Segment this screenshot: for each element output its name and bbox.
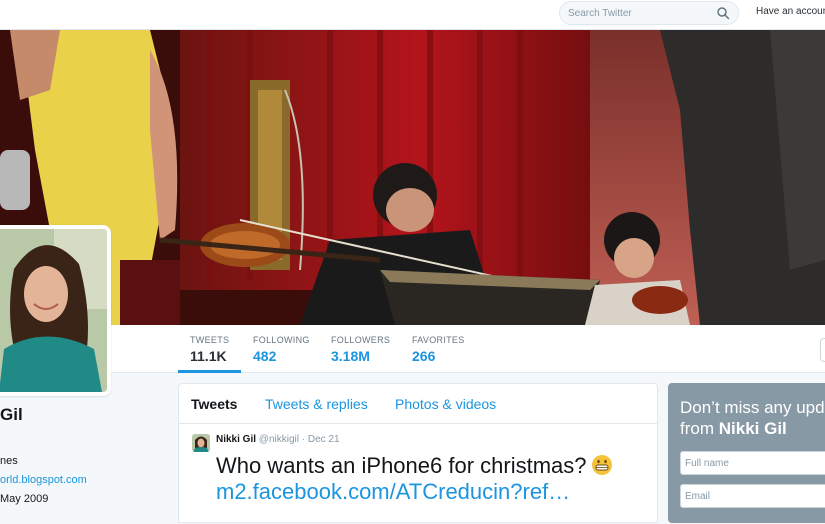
have-account-link[interactable]: Have an account [756,6,825,17]
search-box[interactable] [559,1,739,25]
signup-panel: Don’t miss any upd from Nikki Gil [668,383,825,523]
timeline-tabs: Tweets Tweets & replies Photos & videos [179,384,657,424]
profile-website-link[interactable]: orld.blogspot.com [0,474,87,486]
tab-tweets-replies[interactable]: Tweets & replies [265,396,368,412]
profile-name: Gil [0,405,23,424]
tweet-body: Who wants an iPhone6 for christmas? [216,453,587,478]
profile-avatar[interactable] [0,225,111,396]
profile-location: nes [0,455,18,467]
signup-title-name: Nikki Gil [718,419,787,438]
stat-label: FOLLOWING [253,335,310,345]
stat-value: 482 [253,348,277,364]
signup-title-line1: Don’t miss any upd [680,398,825,417]
tweet-avatar[interactable] [192,434,210,452]
signup-title-prefix: from [680,419,719,438]
stat-label: TWEETS [190,335,230,345]
timeline-panel: Tweets Tweets & replies Photos & videos … [178,383,658,523]
tweet-author-name[interactable]: Nikki Gil [216,434,256,445]
email-field[interactable] [680,484,825,508]
follow-button-edge[interactable] [820,338,825,362]
stat-value: 266 [412,348,436,364]
tweet-header: Nikki Gil @nikkigil · Dec 21 [216,434,340,445]
tweet-item[interactable]: Nikki Gil @nikkigil · Dec 21 Who wants a… [179,424,657,524]
tweet-author-handle[interactable]: @nikkigil [259,434,299,445]
stat-value: 11.1K [190,348,227,364]
profile-cover-photo [0,30,825,325]
stat-label: FOLLOWERS [331,335,391,345]
tweet-avatar-image [192,434,210,452]
tweet-date[interactable]: Dec 21 [308,434,340,445]
stat-label: FAVORITES [412,335,465,345]
search-input[interactable] [568,5,708,21]
stat-following[interactable]: FOLLOWING 482 [253,335,310,364]
stat-favorites[interactable]: FAVORITES 266 [412,335,465,364]
tweet-text: Who wants an iPhone6 for christmas? [216,453,613,479]
cover-illustration [0,30,825,325]
grinning-face-emoji-icon [591,455,612,475]
tab-photos-videos[interactable]: Photos & videos [395,396,496,412]
fullname-field[interactable] [680,451,825,475]
tweet-separator: · [301,434,306,445]
search-icon[interactable] [716,6,730,20]
stat-tweets[interactable]: TWEETS 11.1K [190,335,229,364]
tweet-link[interactable]: m2.facebook.com/ATCreducin?ref… [216,479,570,505]
tab-tweets[interactable]: Tweets [191,396,237,412]
stat-followers[interactable]: FOLLOWERS 3.18M [331,335,390,364]
profile-joined-date: May 2009 [0,493,49,505]
active-stat-indicator [178,370,241,373]
signup-title: Don’t miss any upd from Nikki Gil [680,397,825,439]
stat-value: 3.18M [331,348,370,364]
top-navigation-bar: Have an account [0,0,825,30]
profile-stats-bar: TWEETS 11.1K FOLLOWING 482 FOLLOWERS 3.1… [0,325,825,373]
avatar-portrait [0,229,107,392]
